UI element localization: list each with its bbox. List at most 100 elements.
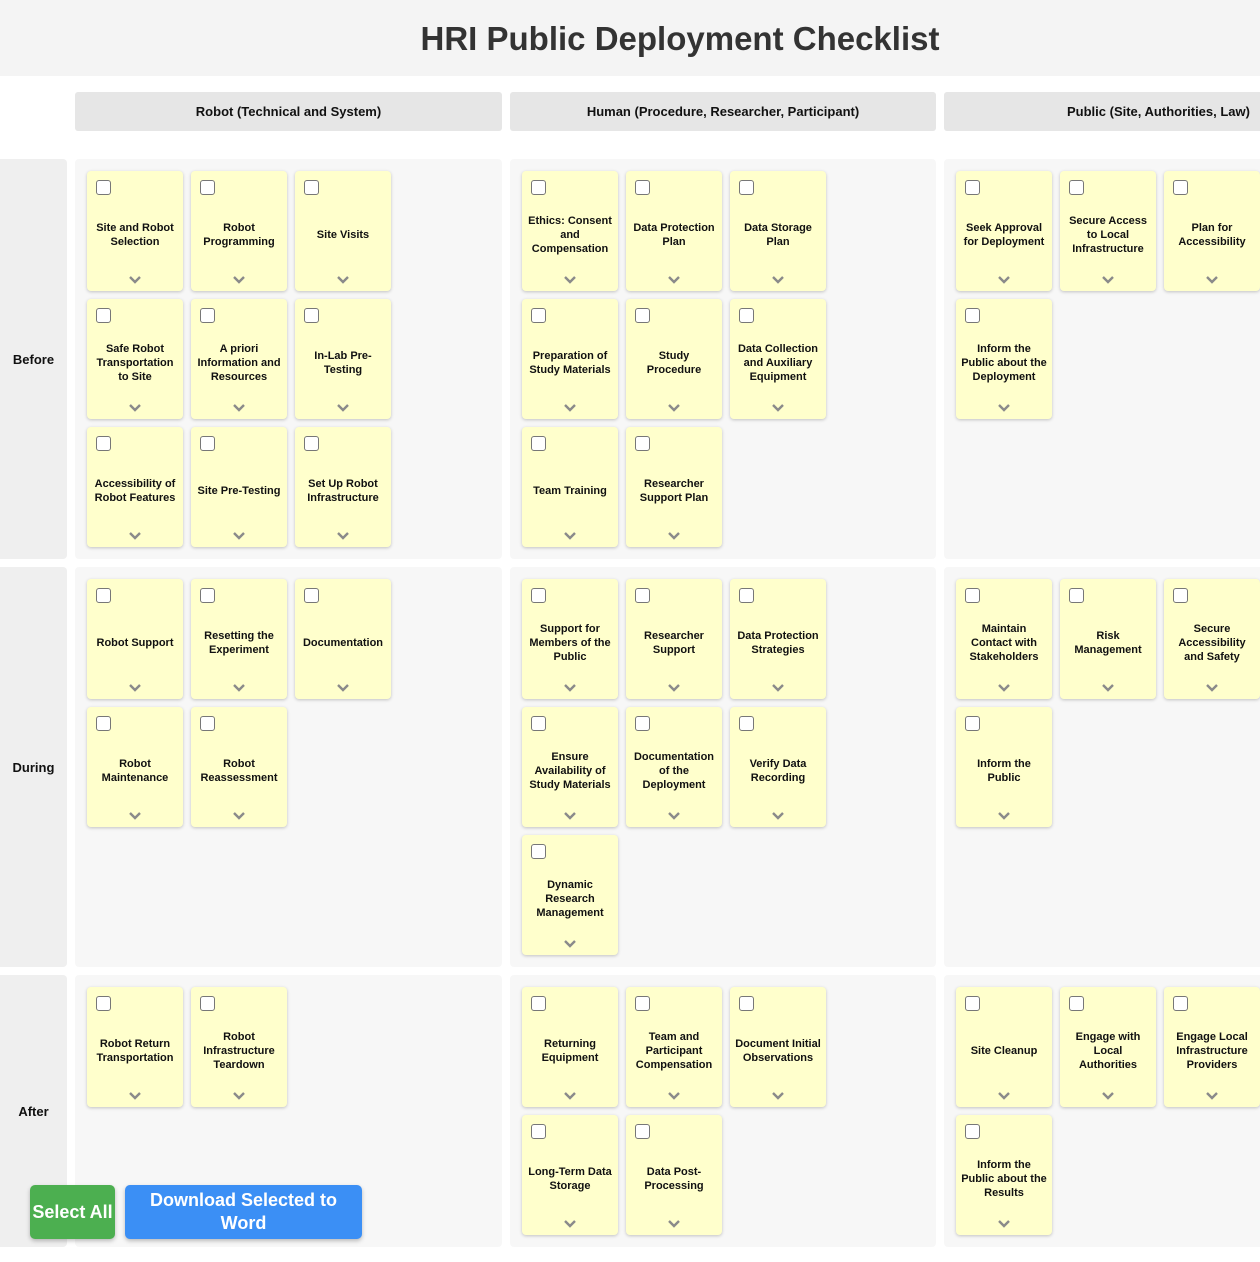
checklist-card[interactable]: Inform the Public about the Deployment <box>956 299 1052 419</box>
checklist-card[interactable]: Researcher Support <box>626 579 722 699</box>
chevron-down-icon[interactable] <box>563 275 577 285</box>
item-checkbox[interactable] <box>96 996 111 1011</box>
item-checkbox[interactable] <box>739 180 754 195</box>
checklist-card[interactable]: Returning Equipment <box>522 987 618 1107</box>
chevron-down-icon[interactable] <box>563 811 577 821</box>
chevron-down-icon[interactable] <box>563 1091 577 1101</box>
chevron-down-icon[interactable] <box>1205 1091 1219 1101</box>
chevron-down-icon[interactable] <box>667 1091 681 1101</box>
chevron-down-icon[interactable] <box>232 811 246 821</box>
item-checkbox[interactable] <box>1069 180 1084 195</box>
checklist-card[interactable]: Secure Access to Local Infrastructure <box>1060 171 1156 291</box>
chevron-down-icon[interactable] <box>667 1219 681 1229</box>
item-checkbox[interactable] <box>965 308 980 323</box>
checklist-card[interactable]: Document Initial Observations <box>730 987 826 1107</box>
item-checkbox[interactable] <box>635 996 650 1011</box>
checklist-card[interactable]: Site Cleanup <box>956 987 1052 1107</box>
chevron-down-icon[interactable] <box>771 275 785 285</box>
chevron-down-icon[interactable] <box>1101 275 1115 285</box>
download-word-button[interactable]: Download Selected to Word <box>125 1185 362 1239</box>
chevron-down-icon[interactable] <box>563 403 577 413</box>
item-checkbox[interactable] <box>965 996 980 1011</box>
checklist-card[interactable]: Resetting the Experiment <box>191 579 287 699</box>
checklist-card[interactable]: Inform the Public about the Results <box>956 1115 1052 1235</box>
item-checkbox[interactable] <box>96 180 111 195</box>
chevron-down-icon[interactable] <box>667 811 681 821</box>
chevron-down-icon[interactable] <box>232 403 246 413</box>
item-checkbox[interactable] <box>739 588 754 603</box>
checklist-card[interactable]: Site Visits <box>295 171 391 291</box>
checklist-card[interactable]: Data Protection Plan <box>626 171 722 291</box>
item-checkbox[interactable] <box>635 716 650 731</box>
chevron-down-icon[interactable] <box>128 531 142 541</box>
chevron-down-icon[interactable] <box>336 275 350 285</box>
chevron-down-icon[interactable] <box>1205 275 1219 285</box>
chevron-down-icon[interactable] <box>771 683 785 693</box>
checklist-card[interactable]: Plan for Accessibility <box>1164 171 1260 291</box>
checklist-card[interactable]: Data Storage Plan <box>730 171 826 291</box>
checklist-card[interactable]: Long-Term Data Storage <box>522 1115 618 1235</box>
item-checkbox[interactable] <box>739 308 754 323</box>
chevron-down-icon[interactable] <box>1205 683 1219 693</box>
chevron-down-icon[interactable] <box>128 275 142 285</box>
item-checkbox[interactable] <box>200 180 215 195</box>
item-checkbox[interactable] <box>635 180 650 195</box>
checklist-card[interactable]: Ethics: Consent and Compensation <box>522 171 618 291</box>
checklist-card[interactable]: Support for Members of the Public <box>522 579 618 699</box>
checklist-card[interactable]: Robot Infrastructure Teardown <box>191 987 287 1107</box>
checklist-card[interactable]: Safe Robot Transportation to Site <box>87 299 183 419</box>
checklist-card[interactable]: Dynamic Research Management <box>522 835 618 955</box>
item-checkbox[interactable] <box>739 716 754 731</box>
checklist-card[interactable]: Robot Programming <box>191 171 287 291</box>
checklist-card[interactable]: Study Procedure <box>626 299 722 419</box>
item-checkbox[interactable] <box>96 436 111 451</box>
checklist-card[interactable]: Team and Participant Compensation <box>626 987 722 1107</box>
chevron-down-icon[interactable] <box>667 403 681 413</box>
item-checkbox[interactable] <box>200 308 215 323</box>
chevron-down-icon[interactable] <box>128 683 142 693</box>
item-checkbox[interactable] <box>96 716 111 731</box>
item-checkbox[interactable] <box>531 308 546 323</box>
item-checkbox[interactable] <box>739 996 754 1011</box>
checklist-card[interactable]: Researcher Support Plan <box>626 427 722 547</box>
checklist-card[interactable]: Data Protection Strategies <box>730 579 826 699</box>
checklist-card[interactable]: Team Training <box>522 427 618 547</box>
chevron-down-icon[interactable] <box>128 1091 142 1101</box>
checklist-card[interactable]: Data Collection and Auxiliary Equipment <box>730 299 826 419</box>
chevron-down-icon[interactable] <box>563 1219 577 1229</box>
item-checkbox[interactable] <box>531 436 546 451</box>
checklist-card[interactable]: Site Pre-Testing <box>191 427 287 547</box>
chevron-down-icon[interactable] <box>563 683 577 693</box>
item-checkbox[interactable] <box>635 308 650 323</box>
item-checkbox[interactable] <box>531 716 546 731</box>
select-all-button[interactable]: Select All <box>30 1185 115 1239</box>
checklist-card[interactable]: Accessibility of Robot Features <box>87 427 183 547</box>
chevron-down-icon[interactable] <box>997 1091 1011 1101</box>
item-checkbox[interactable] <box>200 716 215 731</box>
item-checkbox[interactable] <box>635 1124 650 1139</box>
checklist-card[interactable]: Verify Data Recording <box>730 707 826 827</box>
checklist-card[interactable]: Ensure Availability of Study Materials <box>522 707 618 827</box>
chevron-down-icon[interactable] <box>997 1219 1011 1229</box>
chevron-down-icon[interactable] <box>997 683 1011 693</box>
checklist-card[interactable]: Engage with Local Authorities <box>1060 987 1156 1107</box>
item-checkbox[interactable] <box>965 588 980 603</box>
item-checkbox[interactable] <box>531 180 546 195</box>
chevron-down-icon[interactable] <box>771 403 785 413</box>
checklist-card[interactable]: Inform the Public <box>956 707 1052 827</box>
item-checkbox[interactable] <box>965 180 980 195</box>
item-checkbox[interactable] <box>531 588 546 603</box>
item-checkbox[interactable] <box>1069 588 1084 603</box>
item-checkbox[interactable] <box>531 996 546 1011</box>
chevron-down-icon[interactable] <box>232 531 246 541</box>
checklist-card[interactable]: Engage Local Infrastructure Providers <box>1164 987 1260 1107</box>
chevron-down-icon[interactable] <box>232 683 246 693</box>
item-checkbox[interactable] <box>1173 180 1188 195</box>
chevron-down-icon[interactable] <box>997 275 1011 285</box>
chevron-down-icon[interactable] <box>771 811 785 821</box>
item-checkbox[interactable] <box>965 716 980 731</box>
checklist-card[interactable]: Robot Maintenance <box>87 707 183 827</box>
chevron-down-icon[interactable] <box>336 531 350 541</box>
item-checkbox[interactable] <box>635 436 650 451</box>
checklist-card[interactable]: Robot Return Transportation <box>87 987 183 1107</box>
